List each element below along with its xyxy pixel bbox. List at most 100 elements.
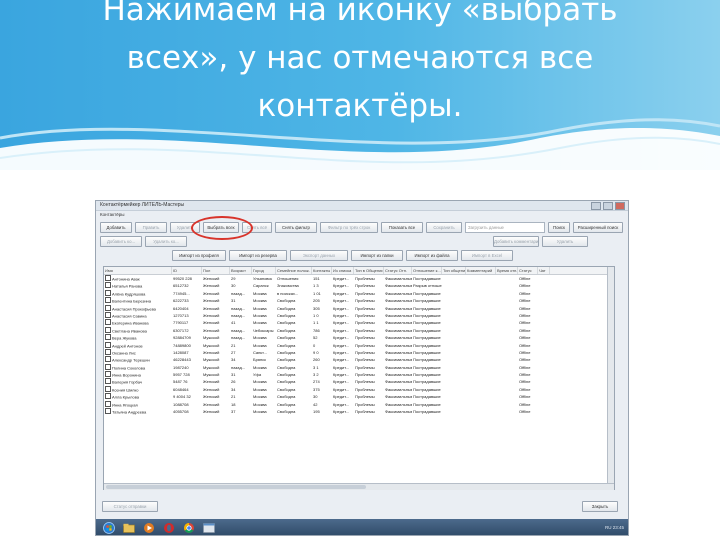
app-window-icon[interactable] <box>202 522 216 534</box>
send-status-button[interactable]: Статус отправки <box>102 501 158 512</box>
table-row[interactable]: Валентина Березина 6222733 Женский 31 Москва… <box>104 297 614 304</box>
search-button[interactable]: Поиск <box>548 222 570 233</box>
table-row[interactable]: Алёна Кудряшова 774945... Женский назад... М… <box>104 289 614 297</box>
row-checkbox[interactable] <box>105 289 111 296</box>
table-cell <box>496 408 518 415</box>
import-reserve-button[interactable]: Импорт из резерва <box>229 250 287 261</box>
start-orb-icon[interactable] <box>102 522 116 534</box>
filter-button[interactable]: Фильтр по трёх строк <box>320 222 378 233</box>
explorer-icon[interactable] <box>122 522 136 534</box>
column-header[interactable]: Город <box>252 267 276 274</box>
row-checkbox[interactable] <box>105 371 111 378</box>
row-checkbox[interactable] <box>105 297 111 304</box>
media-player-icon[interactable] <box>142 522 156 534</box>
row-checkbox[interactable] <box>105 334 111 341</box>
column-header[interactable]: Возраст <box>230 267 252 274</box>
maximize-icon[interactable] <box>603 202 613 210</box>
remove-comment-button[interactable]: Удалить ко... <box>145 236 187 247</box>
column-header[interactable]: Тип общения <box>442 267 466 274</box>
table-row[interactable]: Анастасия Прокофьева 6420404 Женский назад.… <box>104 304 614 312</box>
row-checkbox[interactable] <box>105 348 111 355</box>
row-checkbox[interactable] <box>105 385 111 392</box>
table-row[interactable]: Оксанна Лис 1428087 Женский 27 Санкт... Свобо… <box>104 348 614 356</box>
table-row[interactable]: Екатерина Иванова 7790117 Женский 41 Москва С… <box>104 319 614 326</box>
column-header[interactable]: Имя <box>104 267 172 274</box>
column-header[interactable]: Тип в Общении <box>354 267 384 274</box>
close-icon[interactable] <box>615 202 625 210</box>
table-cell: Факсимильные <box>385 372 412 378</box>
table-cell: Проблемы <box>355 401 375 407</box>
column-header[interactable]: Чат <box>538 267 550 274</box>
add-comment-button[interactable]: Добавить ко... <box>100 236 142 247</box>
column-header[interactable]: Семейное полож. <box>276 267 312 274</box>
table-cell: Проблемы <box>355 394 375 400</box>
row-checkbox[interactable] <box>105 326 111 333</box>
table-row[interactable]: Александр Терешин 46228443 Мужской 34 Брянск… <box>104 356 614 363</box>
table-row[interactable]: Ксения Шилко 6048464 Женский 34 Москва Свобод… <box>104 385 614 393</box>
row-checkbox[interactable] <box>105 356 111 363</box>
import-folder-button[interactable]: Импорт из папки <box>351 250 403 261</box>
table-cell: 1 1 <box>313 320 319 326</box>
row-checkbox[interactable] <box>105 282 111 289</box>
table-row[interactable]: Анастасия Савина 1270713 Женский назад... Мо… <box>104 311 614 319</box>
table-cell: Свободна <box>277 409 296 415</box>
column-header[interactable]: Время отп. <box>496 267 518 274</box>
row-checkbox[interactable] <box>105 304 111 311</box>
row-checkbox[interactable] <box>105 393 111 400</box>
menu-item-contacts[interactable]: Контактёры <box>100 212 124 217</box>
table-cell: 151 <box>313 276 320 281</box>
column-header[interactable]: Статус Отп. <box>384 267 412 274</box>
clear-filter-button[interactable]: Снять фильтр <box>275 222 317 233</box>
edit-button[interactable]: Править <box>135 222 167 233</box>
row-checkbox[interactable] <box>105 275 111 281</box>
close-button[interactable]: Закрыть <box>582 501 618 512</box>
table-row[interactable]: Валерия Горбач 5487 76 Женский 26 Москва Своб… <box>104 378 614 385</box>
vertical-scrollbar[interactable] <box>607 267 614 489</box>
table-row[interactable]: Инна Воронина 5957 728 Мужской 31 Уфа Свободн… <box>104 371 614 378</box>
table-row[interactable]: Полина Соколова 1987240 Мужской назад... Мос… <box>104 363 614 371</box>
table-cell: Пострадавшие <box>413 379 441 385</box>
save-button[interactable]: Сохранить <box>426 222 462 233</box>
chrome-icon[interactable] <box>182 522 196 534</box>
column-header[interactable]: Отношение к... <box>412 267 442 274</box>
table-row[interactable]: Инна Ягоцкая 1088708 Женский 18 Москва Свобод… <box>104 400 614 408</box>
add-button[interactable]: Добавить <box>100 222 132 233</box>
delete-comment-button[interactable]: Удалить <box>542 236 588 247</box>
row-checkbox[interactable] <box>105 319 111 326</box>
table-row[interactable]: Антонина Авак 99520 228 Женский 29 Ульяновск… <box>104 275 614 282</box>
add-comment-2-button[interactable]: Добавить комментарий <box>493 236 539 247</box>
column-header[interactable]: ID <box>172 267 202 274</box>
table-row[interactable]: Светлана Иванова 6307172 Женский назад... Че… <box>104 326 614 334</box>
table-cell: 6420404 <box>173 305 189 311</box>
table-row[interactable]: Татьяна Андреева 4055708 Женский 37 Москва Св… <box>104 408 614 415</box>
row-checkbox[interactable] <box>105 363 111 370</box>
row-checkbox[interactable] <box>105 408 111 415</box>
table-cell <box>442 327 466 334</box>
minimize-icon[interactable] <box>591 202 601 210</box>
taskbar: RU 23:45 <box>96 519 628 535</box>
row-checkbox[interactable] <box>105 341 111 348</box>
row-checkbox[interactable] <box>105 400 111 407</box>
search-field[interactable]: Загрузить данные <box>465 222 545 233</box>
table-row[interactable]: Наталья Ранова 6512732 Женский 30 Саранск Зна… <box>104 282 614 289</box>
opera-icon[interactable] <box>162 522 176 534</box>
advanced-search-button[interactable]: Расширенный поиск <box>573 222 623 233</box>
column-header[interactable]: Статус <box>518 267 538 274</box>
import-profile-button[interactable]: Импорт из профиля <box>172 250 226 261</box>
table-cell: Женский <box>203 305 220 311</box>
row-checkbox[interactable] <box>105 378 111 385</box>
export-data-button[interactable]: Экспорт данных <box>290 250 348 261</box>
export-excel-button[interactable]: Импорт в Excel <box>461 250 513 261</box>
table-cell: Москва <box>253 364 267 370</box>
column-header[interactable]: Из списка <box>332 267 354 274</box>
table-row[interactable]: Вера Жукова 92884709 Мужской назад... Москва… <box>104 334 614 341</box>
horizontal-scrollbar[interactable] <box>104 483 614 490</box>
column-header[interactable]: Комментарий <box>466 267 496 274</box>
column-header[interactable]: Контакты <box>312 267 332 274</box>
column-header[interactable]: Пол <box>202 267 230 274</box>
import-file-button[interactable]: Импорт из файла <box>406 250 458 261</box>
row-checkbox[interactable] <box>105 311 111 318</box>
show-all-button[interactable]: Показать все <box>381 222 423 233</box>
table-row[interactable]: Андрей Антонов 74889800 Мужской 21 Москва Сво… <box>104 341 614 349</box>
table-row[interactable]: Алла Крылова 9 4004 32 Женский 21 Москва Своб… <box>104 393 614 400</box>
